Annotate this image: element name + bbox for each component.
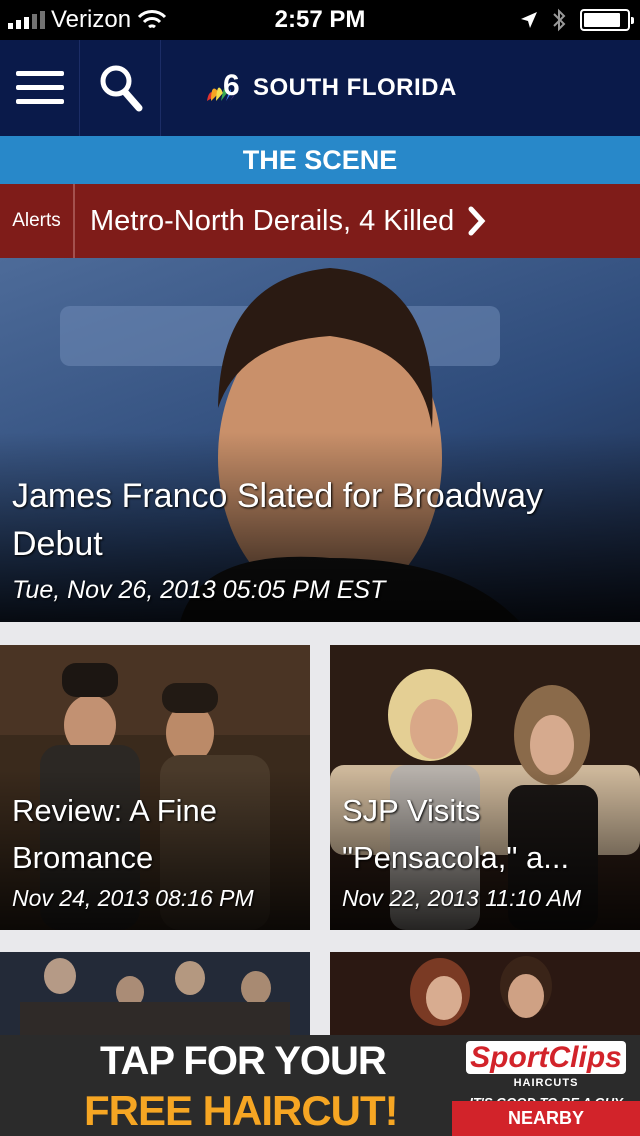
story-card[interactable]: SJP Visits "Pensacola," a... Nov 22, 201… (330, 645, 640, 930)
ad-brand-sub: HAIRCUTS (513, 1077, 579, 1089)
chevron-right-icon (468, 206, 486, 236)
story-headline: SJP Visits "Pensacola," a... (342, 793, 570, 875)
story-photo (0, 952, 310, 1035)
battery-icon (580, 9, 634, 31)
battery-level (584, 13, 620, 27)
ad-nearby-button[interactable]: NEARBY (452, 1101, 640, 1136)
status-icons (520, 0, 634, 40)
ad-brand-logo: SportClips HAIRCUTS IT'S GOOD TO BE A GU… (462, 1041, 630, 1110)
nbc-peacock-icon: 6 (207, 71, 240, 102)
story-card[interactable] (0, 952, 310, 1035)
station-logo[interactable]: 6 SOUTH FLORIDA (203, 40, 457, 136)
brand-name: SOUTH FLORIDA (253, 74, 457, 101)
app-header: 6 SOUTH FLORIDA (0, 40, 640, 136)
featured-headline: James Franco Slated for Broadway Debut (12, 477, 544, 563)
alert-headline: Metro-North Derails, 4 Killed (90, 204, 455, 237)
menu-button[interactable] (0, 40, 80, 136)
status-bar: Verizon 2:57 PM (0, 0, 640, 40)
svg-text:6: 6 (223, 71, 240, 102)
hamburger-menu-icon (15, 71, 64, 104)
featured-story[interactable]: James Franco Slated for Broadway Debut T… (0, 258, 640, 622)
bluetooth-icon (553, 8, 566, 32)
story-card[interactable] (330, 952, 640, 1035)
location-arrow-icon (521, 12, 537, 28)
advertisement-banner[interactable]: TAP FOR YOUR FREE HAIRCUT! SportClips HA… (0, 1035, 640, 1136)
story-card[interactable]: Review: A Fine Bromance Nov 24, 2013 08:… (0, 645, 310, 930)
story-timestamp: Nov 22, 2013 11:10 AM (342, 885, 582, 911)
search-icon (100, 65, 142, 112)
featured-timestamp: Tue, Nov 26, 2013 05:05 PM EST (12, 576, 386, 604)
ad-brand-name: SportClips (466, 1041, 626, 1074)
search-button[interactable] (81, 40, 161, 136)
section-title: THE SCENE (0, 136, 640, 184)
story-timestamp: Nov 24, 2013 08:16 PM (12, 885, 254, 911)
breaking-alert-banner[interactable]: Alerts Metro-North Derails, 4 Killed (0, 184, 640, 258)
story-photo (330, 952, 640, 1035)
alerts-label: Alerts (0, 184, 75, 258)
story-headline: Review: A Fine Bromance (12, 793, 218, 875)
ad-headline: TAP FOR YOUR (100, 1039, 387, 1083)
ad-offer: FREE HAIRCUT! (84, 1087, 399, 1134)
